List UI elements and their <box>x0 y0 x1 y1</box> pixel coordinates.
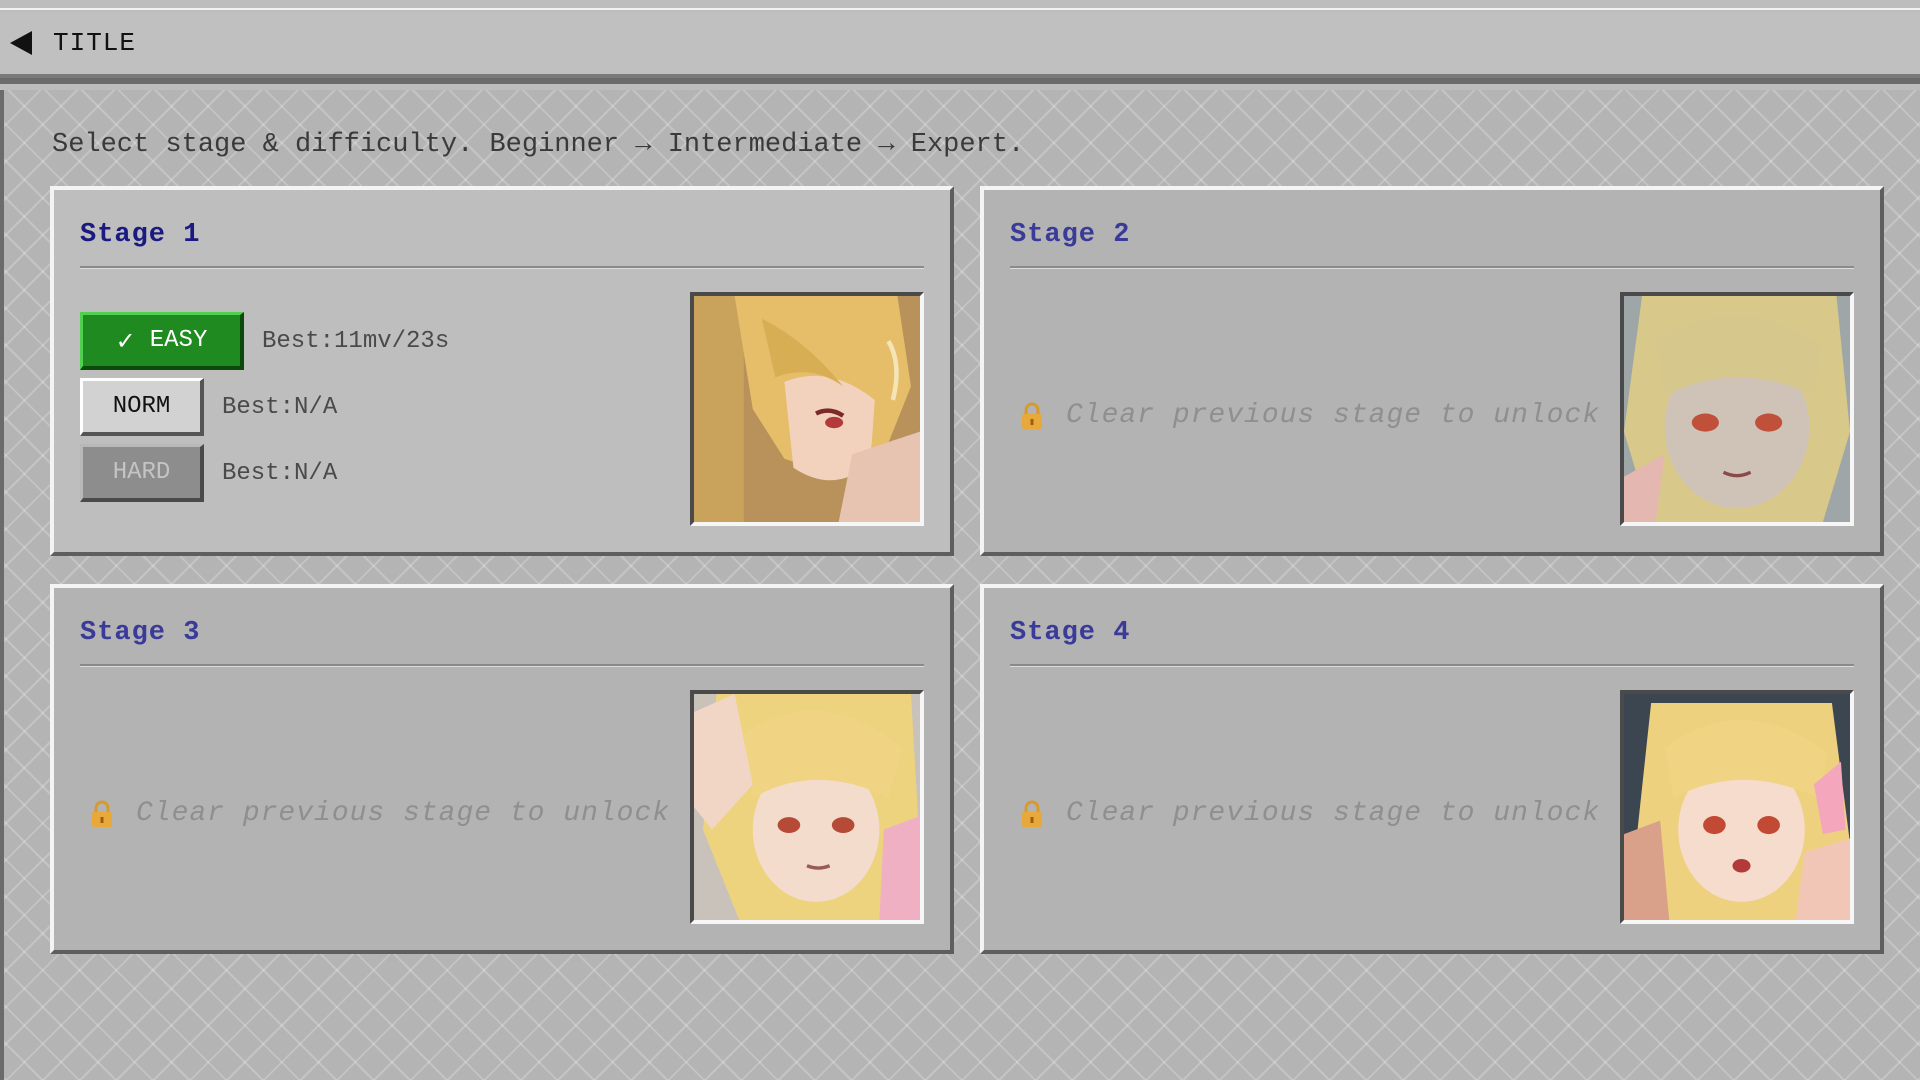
divider <box>1010 664 1854 667</box>
character-portrait-image <box>694 296 920 522</box>
stage-select-panel: Select stage & difficulty. Beginner → In… <box>0 90 1920 1080</box>
norm-label: NORM <box>112 393 171 420</box>
difficulty-row-norm: NORM Best:N/A <box>80 378 337 436</box>
stage-portrait-2 <box>1620 292 1854 526</box>
stage-card-1: Stage 1 ✓ EASY Best:11mv/23s NORM Best:N… <box>50 186 954 556</box>
hard-button: HARD <box>80 444 204 502</box>
divider <box>80 266 924 269</box>
back-label: TITLE <box>53 28 137 58</box>
stage-portrait-4 <box>1620 690 1854 924</box>
best-record-hard: Best:N/A <box>222 459 338 487</box>
back-arrow-icon <box>10 31 32 55</box>
lock-icon <box>1022 402 1042 429</box>
divider <box>1010 266 1854 269</box>
checkmark-icon: ✓ <box>115 326 136 355</box>
best-record-norm: Best:N/A <box>222 393 338 421</box>
stage-title: Stage 4 <box>1010 618 1131 648</box>
lock-icon <box>1022 800 1042 827</box>
divider <box>80 664 924 667</box>
easy-button[interactable]: ✓ EASY <box>80 312 244 370</box>
locked-text: Clear previous stage to unlock <box>136 798 671 829</box>
header-bar: TITLE <box>0 12 1920 78</box>
norm-button[interactable]: NORM <box>80 378 204 436</box>
character-portrait-image <box>1624 296 1850 522</box>
character-portrait-image <box>694 694 920 920</box>
stage-card-2: Stage 2 Clear previous stage to unlock <box>980 186 1884 556</box>
stage-title: Stage 3 <box>80 618 201 648</box>
stage-card-3: Stage 3 Clear previous stage to unlock <box>50 584 954 954</box>
locked-text: Clear previous stage to unlock <box>1066 798 1601 829</box>
top-edge <box>0 0 1920 10</box>
character-portrait-image <box>1624 694 1850 920</box>
stage-title: Stage 1 <box>80 220 201 250</box>
stage-portrait-1 <box>690 292 924 526</box>
locked-message: Clear previous stage to unlock <box>1020 400 1600 431</box>
locked-message: Clear previous stage to unlock <box>90 798 670 829</box>
difficulty-row-easy: ✓ EASY Best:11mv/23s <box>80 312 449 370</box>
difficulty-row-hard: HARD Best:N/A <box>80 444 337 502</box>
easy-label: EASY <box>149 327 208 354</box>
back-to-title-button[interactable]: TITLE <box>0 18 136 68</box>
stage-card-4: Stage 4 Clear previous stage to unlock <box>980 584 1884 954</box>
locked-message: Clear previous stage to unlock <box>1020 798 1600 829</box>
stage-portrait-3 <box>690 690 924 924</box>
hard-label: HARD <box>112 459 171 486</box>
header-shadow <box>0 78 1920 84</box>
best-record-easy: Best:11mv/23s <box>262 327 450 355</box>
instruction-text: Select stage & difficulty. Beginner → In… <box>52 130 1025 160</box>
stage-title: Stage 2 <box>1010 220 1131 250</box>
lock-icon <box>92 800 112 827</box>
locked-text: Clear previous stage to unlock <box>1066 400 1601 431</box>
